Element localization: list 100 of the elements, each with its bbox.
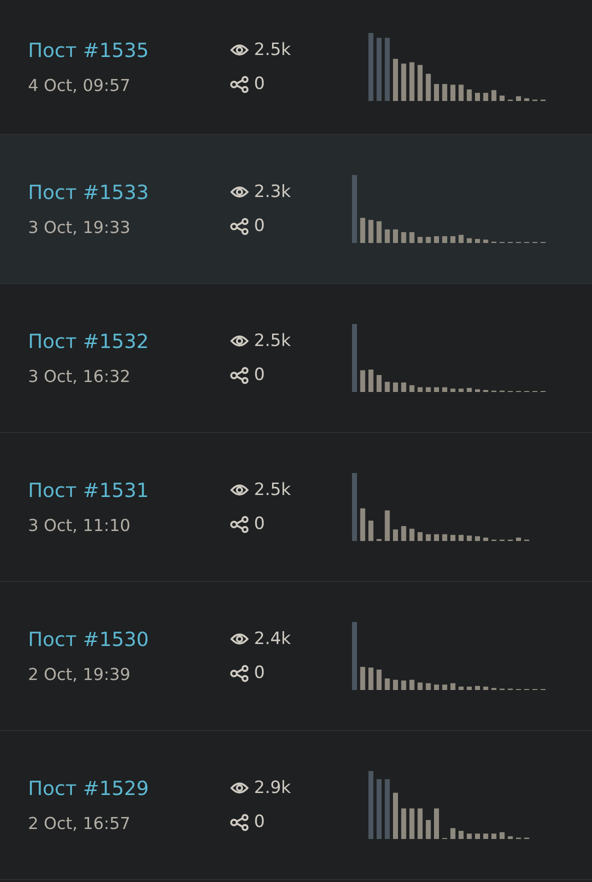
sparkline-bar: [352, 175, 357, 243]
sparkline-bar: [516, 96, 521, 101]
post-title[interactable]: Пост #1533: [28, 181, 230, 204]
sparkline-bar: [516, 689, 521, 690]
sparkline-bar: [483, 686, 488, 690]
post-date: 3 Oct, 19:33: [28, 218, 132, 237]
sparkline-bar: [508, 242, 513, 243]
sparkline-bar: [458, 686, 464, 690]
eye-icon: [230, 185, 249, 199]
view-count: 2.9k: [254, 778, 291, 798]
sparkline-bar: [368, 220, 374, 243]
sparkline-bar: [475, 834, 480, 839]
sparkline-bar: [426, 74, 431, 101]
sparkline-bar: [409, 808, 414, 839]
sparkline-bar: [516, 538, 521, 541]
sparkline-bar: [401, 526, 406, 541]
sparkline-bar: [434, 684, 439, 690]
share-icon: [230, 76, 249, 92]
post-row[interactable]: Пост #1529 2 Oct, 16:57 2.9k 0: [0, 731, 592, 880]
sparkline-bar: [540, 242, 546, 243]
sparkline-bar: [376, 38, 382, 101]
sparkline-bar: [475, 389, 480, 392]
sparkline-bar: [368, 520, 374, 541]
sparkline-bar: [491, 834, 496, 839]
sparkline-bar: [532, 100, 538, 101]
post-date: 4 Oct, 09:57: [28, 76, 132, 95]
sparkline-bar: [466, 536, 472, 541]
sparkline-bar: [434, 236, 439, 243]
sparkline-bar: [458, 234, 464, 243]
sparkline-bar: [500, 540, 505, 541]
sparkline-bar: [442, 534, 448, 541]
post-row[interactable]: Пост #1533 3 Oct, 19:33 2.3k 0: [0, 135, 592, 284]
sparkline-bar: [442, 838, 448, 839]
sparkline-bar: [360, 218, 366, 243]
sparkline-bar: [475, 686, 480, 690]
view-count: 2.5k: [254, 40, 291, 60]
post-row[interactable]: Пост #1530 2 Oct, 19:39 2.4k 0: [0, 582, 592, 731]
sparkline-bar: [491, 390, 496, 392]
sparkline-bar: [532, 689, 538, 690]
share-count: 0: [254, 74, 265, 94]
share-icon: [230, 814, 249, 830]
sparkline-bar: [466, 238, 472, 243]
sparkline-bar: [434, 808, 439, 839]
sparkline-bar: [450, 534, 456, 541]
sparkline-bar: [508, 688, 513, 690]
sparkline-bar: [532, 391, 538, 392]
sparkline-bar: [426, 534, 431, 541]
share-icon: [230, 516, 249, 532]
sparkline-bar: [450, 683, 456, 690]
sparkline-bar: [409, 232, 414, 243]
sparkline-bar: [418, 682, 423, 690]
sparkline-bar: [516, 391, 521, 392]
sparkline-bar: [393, 58, 398, 101]
sparkline-bar: [426, 683, 431, 690]
post-title[interactable]: Пост #1531: [28, 479, 230, 502]
sparkline-bar: [442, 236, 448, 243]
sparkline-bar: [508, 100, 513, 101]
sparkline-bar: [409, 528, 414, 541]
sparkline-bar: [483, 92, 488, 101]
sparkline-bar: [450, 828, 456, 839]
sparkline-bar: [466, 686, 472, 690]
post-row[interactable]: Пост #1532 3 Oct, 16:32 2.5k 0: [0, 284, 592, 433]
sparkline-bar: [418, 808, 423, 839]
sparkline-bar: [466, 89, 472, 101]
eye-icon: [230, 483, 249, 497]
sparkline-bar: [418, 387, 423, 392]
post-title[interactable]: Пост #1535: [28, 39, 230, 62]
post-date: 2 Oct, 19:39: [28, 665, 132, 684]
sparkline-bar: [491, 688, 496, 690]
post-title[interactable]: Пост #1530: [28, 628, 230, 651]
sparkline-bar: [491, 242, 496, 243]
sparkline-bar: [368, 370, 374, 392]
view-count: 2.4k: [254, 629, 291, 649]
sparkline-bar: [352, 473, 357, 541]
sparkline-bar: [426, 820, 431, 839]
sparkline-bar: [442, 84, 448, 101]
sparkline-bar: [376, 375, 382, 392]
sparkline-bar: [442, 684, 448, 690]
eye-icon: [230, 781, 249, 795]
sparkline-bar: [418, 64, 423, 101]
sparkline-bar: [376, 779, 382, 839]
sparkline-bar: [524, 242, 530, 243]
sparkline-bar: [426, 236, 431, 243]
view-count: 2.3k: [254, 182, 291, 202]
post-title[interactable]: Пост #1532: [28, 330, 230, 353]
sparkline-bar: [360, 666, 366, 690]
sparkline-bar: [409, 680, 414, 690]
sparkline-bar: [532, 242, 538, 243]
sparkline-bar: [483, 834, 488, 839]
post-title[interactable]: Пост #1529: [28, 777, 230, 800]
sparkline-bar: [483, 538, 488, 541]
sparkline-bar: [368, 33, 374, 101]
sparkline-bar: [500, 688, 505, 690]
share-count: 0: [254, 216, 265, 236]
post-row[interactable]: Пост #1531 3 Oct, 11:10 2.5k 0: [0, 433, 592, 582]
sparkline-bar: [524, 98, 530, 101]
sparkline-bar: [500, 832, 505, 839]
sparkline-bar: [524, 540, 530, 541]
sparkline-bar: [524, 391, 530, 392]
sparkline-bar: [516, 838, 521, 839]
